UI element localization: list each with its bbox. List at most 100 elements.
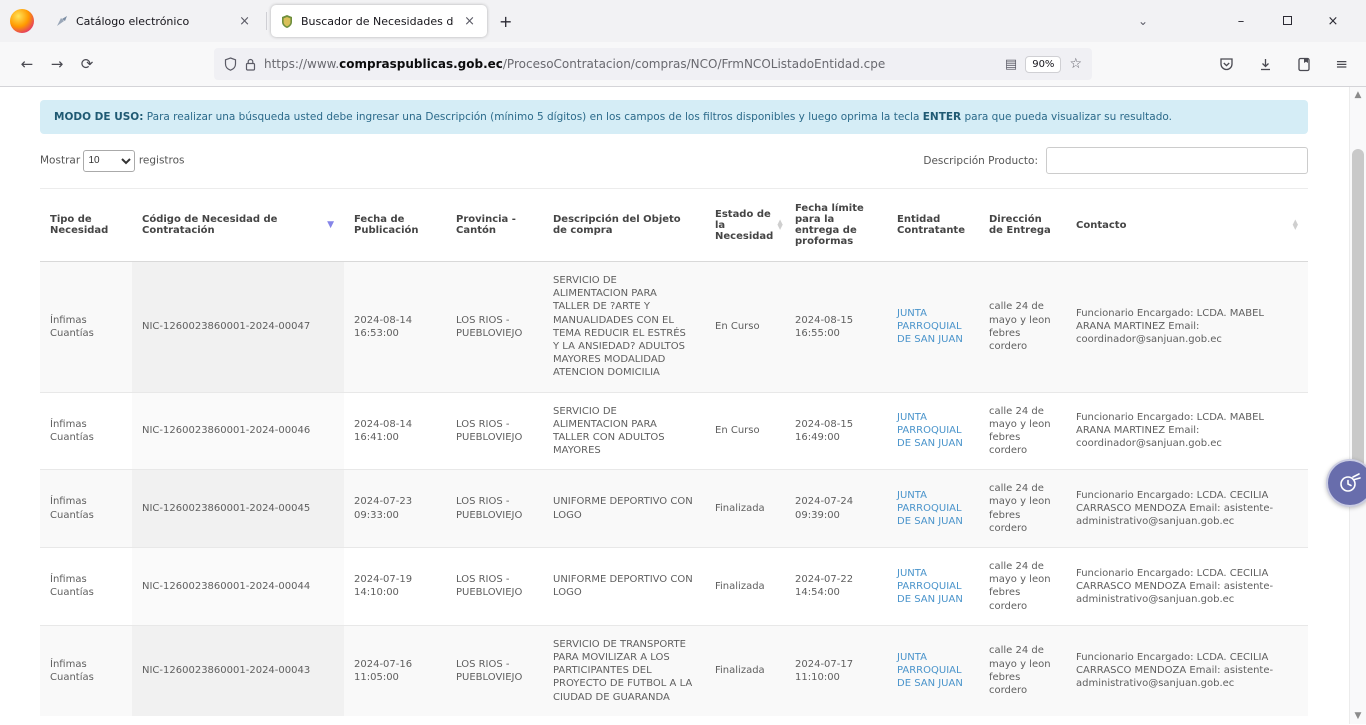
list-tabs-icon[interactable]: ⌄ — [1138, 14, 1148, 28]
url-bar[interactable]: https://www.compraspublicas.gob.ec/Proce… — [214, 48, 1092, 80]
floating-clock-widget[interactable] — [1326, 459, 1366, 507]
cell-tipo: Ínfimas Cuantías — [40, 262, 132, 393]
cell-fecha_publicacion: 2024-08-14 16:53:00 — [344, 262, 446, 393]
firefox-logo-icon[interactable] — [10, 9, 34, 33]
reload-icon[interactable]: ⟳ — [72, 55, 102, 73]
tab-buscador-necesidades[interactable]: Buscador de Necesidades de Co × — [271, 5, 487, 37]
sort-desc-icon[interactable]: ▼ — [327, 220, 334, 230]
column-label: Tipo de Necesidad — [50, 214, 122, 236]
usage-banner: MODO DE USO: Para realizar una búsqueda … — [40, 100, 1308, 134]
cell-provincia: LOS RIOS - PUEBLOVIEJO — [446, 262, 543, 393]
pocket-icon[interactable] — [1219, 57, 1234, 72]
cell-estado: En Curso — [705, 262, 785, 393]
downloads-icon[interactable] — [1258, 57, 1273, 72]
table-row: Ínfimas CuantíasNIC-1260023860001-2024-0… — [40, 262, 1308, 393]
cell-entidad: JUNTA PARROQUIAL DE SAN JUAN — [887, 470, 979, 548]
sort-both-icon[interactable]: ▲▼ — [1293, 220, 1298, 230]
cell-estado: Finalizada — [705, 548, 785, 626]
page-length-select[interactable]: 10 — [83, 150, 135, 172]
cell-fecha_limite: 2024-08-15 16:49:00 — [785, 392, 887, 470]
url-text[interactable]: https://www.compraspublicas.gob.ec/Proce… — [264, 57, 997, 71]
entidad-contratante-link[interactable]: JUNTA PARROQUIAL DE SAN JUAN — [897, 652, 963, 689]
reader-mode-icon[interactable]: ▤ — [1005, 57, 1017, 72]
column-header[interactable]: Estado de la Necesidad▲▼ — [705, 189, 785, 262]
show-label: Mostrar — [40, 154, 80, 166]
cell-contacto: Funcionario Encargado: LCDA. CECILIA CAR… — [1066, 625, 1308, 715]
cell-codigo: NIC-1260023860001-2024-00045 — [132, 470, 344, 548]
table-row: Ínfimas CuantíasNIC-1260023860001-2024-0… — [40, 392, 1308, 470]
back-icon[interactable]: ← — [12, 55, 42, 73]
shield-permissions-icon[interactable] — [224, 57, 237, 71]
entidad-contratante-link[interactable]: JUNTA PARROQUIAL DE SAN JUAN — [897, 412, 963, 449]
buscador-favicon-icon — [281, 15, 293, 28]
cell-fecha_limite: 2024-07-17 11:10:00 — [785, 625, 887, 715]
zoom-level-indicator[interactable]: 90% — [1025, 56, 1061, 73]
column-header[interactable]: Provincia - Cantón — [446, 189, 543, 262]
new-tab-button[interactable]: + — [487, 12, 524, 31]
cell-estado: En Curso — [705, 392, 785, 470]
lock-icon[interactable] — [245, 58, 256, 71]
show-entries-control: Mostrar 10 registros — [40, 150, 185, 172]
column-header[interactable]: Descripción del Objeto de compra — [543, 189, 705, 262]
cell-fecha_limite: 2024-07-24 09:39:00 — [785, 470, 887, 548]
page-flag-icon[interactable] — [1297, 57, 1311, 72]
column-header[interactable]: Código de Necesidad de Contratación▼ — [132, 189, 344, 262]
sort-both-icon[interactable]: ▲▼ — [777, 220, 782, 230]
column-label: Descripción del Objeto de compra — [553, 214, 695, 236]
tab-close-icon[interactable]: × — [462, 14, 477, 29]
cell-tipo: Ínfimas Cuantías — [40, 470, 132, 548]
column-label: Fecha de Publicación — [354, 214, 436, 236]
column-header[interactable]: Tipo de Necesidad — [40, 189, 132, 262]
entidad-contratante-link[interactable]: JUNTA PARROQUIAL DE SAN JUAN — [897, 308, 963, 345]
cell-direccion: calle 24 de mayo y leon febres cordero — [979, 392, 1066, 470]
minimize-button[interactable]: – — [1218, 14, 1264, 29]
cell-fecha_publicacion: 2024-07-23 09:33:00 — [344, 470, 446, 548]
cell-codigo: NIC-1260023860001-2024-00043 — [132, 625, 344, 715]
bookmark-star-icon[interactable]: ☆ — [1069, 56, 1082, 72]
cell-descripcion: UNIFORME DEPORTIVO CON LOGO — [543, 548, 705, 626]
page-content: MODO DE USO: Para realizar una búsqueda … — [0, 87, 1366, 724]
cell-estado: Finalizada — [705, 625, 785, 715]
cell-entidad: JUNTA PARROQUIAL DE SAN JUAN — [887, 548, 979, 626]
tab-close-icon[interactable]: × — [237, 14, 252, 29]
column-header[interactable]: Contacto▲▼ — [1066, 189, 1308, 262]
tab-catalogo-electronico[interactable]: Catálogo electrónico × — [46, 5, 262, 37]
column-label: Entidad Contratante — [897, 214, 969, 236]
cell-estado: Finalizada — [705, 470, 785, 548]
cell-fecha_publicacion: 2024-07-16 11:05:00 — [344, 625, 446, 715]
cell-entidad: JUNTA PARROQUIAL DE SAN JUAN — [887, 625, 979, 715]
cell-descripcion: SERVICIO DE ALIMENTACION PARA TALLER DE … — [543, 262, 705, 393]
table-row: Ínfimas CuantíasNIC-1260023860001-2024-0… — [40, 470, 1308, 548]
forward-icon[interactable]: → — [42, 55, 72, 73]
cell-tipo: Ínfimas Cuantías — [40, 548, 132, 626]
table-row: Ínfimas CuantíasNIC-1260023860001-2024-0… — [40, 548, 1308, 626]
restore-button[interactable] — [1264, 14, 1310, 29]
column-header[interactable]: Dirección de Entrega — [979, 189, 1066, 262]
entidad-contratante-link[interactable]: JUNTA PARROQUIAL DE SAN JUAN — [897, 490, 963, 527]
column-label: Fecha límite para la entrega de proforma… — [795, 203, 877, 247]
records-label: registros — [139, 154, 185, 166]
scroll-down-icon[interactable]: ▼ — [1350, 711, 1366, 721]
scroll-up-icon[interactable]: ▲ — [1350, 90, 1366, 100]
tab-title: Catálogo electrónico — [76, 15, 229, 28]
app-menu-icon[interactable]: ≡ — [1335, 55, 1348, 73]
scrollbar-thumb[interactable] — [1352, 149, 1364, 469]
vertical-scrollbar[interactable]: ▲ ▼ — [1349, 87, 1366, 724]
cell-direccion: calle 24 de mayo y leon febres cordero — [979, 262, 1066, 393]
column-header[interactable]: Fecha de Publicación — [344, 189, 446, 262]
close-window-button[interactable]: × — [1310, 14, 1356, 29]
needs-table: Tipo de Necesidad Código de Necesidad de … — [40, 188, 1308, 716]
table-row: Ínfimas CuantíasNIC-1260023860001-2024-0… — [40, 625, 1308, 715]
winged-clock-icon — [1337, 470, 1363, 496]
product-description-input[interactable] — [1046, 147, 1308, 174]
cell-entidad: JUNTA PARROQUIAL DE SAN JUAN — [887, 392, 979, 470]
entidad-contratante-link[interactable]: JUNTA PARROQUIAL DE SAN JUAN — [897, 568, 963, 605]
column-header[interactable]: Entidad Contratante — [887, 189, 979, 262]
banner-label: MODO DE USO: — [54, 111, 143, 123]
cell-direccion: calle 24 de mayo y leon febres cordero — [979, 625, 1066, 715]
cell-descripcion: UNIFORME DEPORTIVO CON LOGO — [543, 470, 705, 548]
column-header[interactable]: Fecha límite para la entrega de proforma… — [785, 189, 887, 262]
tab-separator — [266, 12, 267, 30]
table-body: Ínfimas CuantíasNIC-1260023860001-2024-0… — [40, 262, 1308, 716]
cell-contacto: Funcionario Encargado: LCDA. MABEL ARANA… — [1066, 392, 1308, 470]
